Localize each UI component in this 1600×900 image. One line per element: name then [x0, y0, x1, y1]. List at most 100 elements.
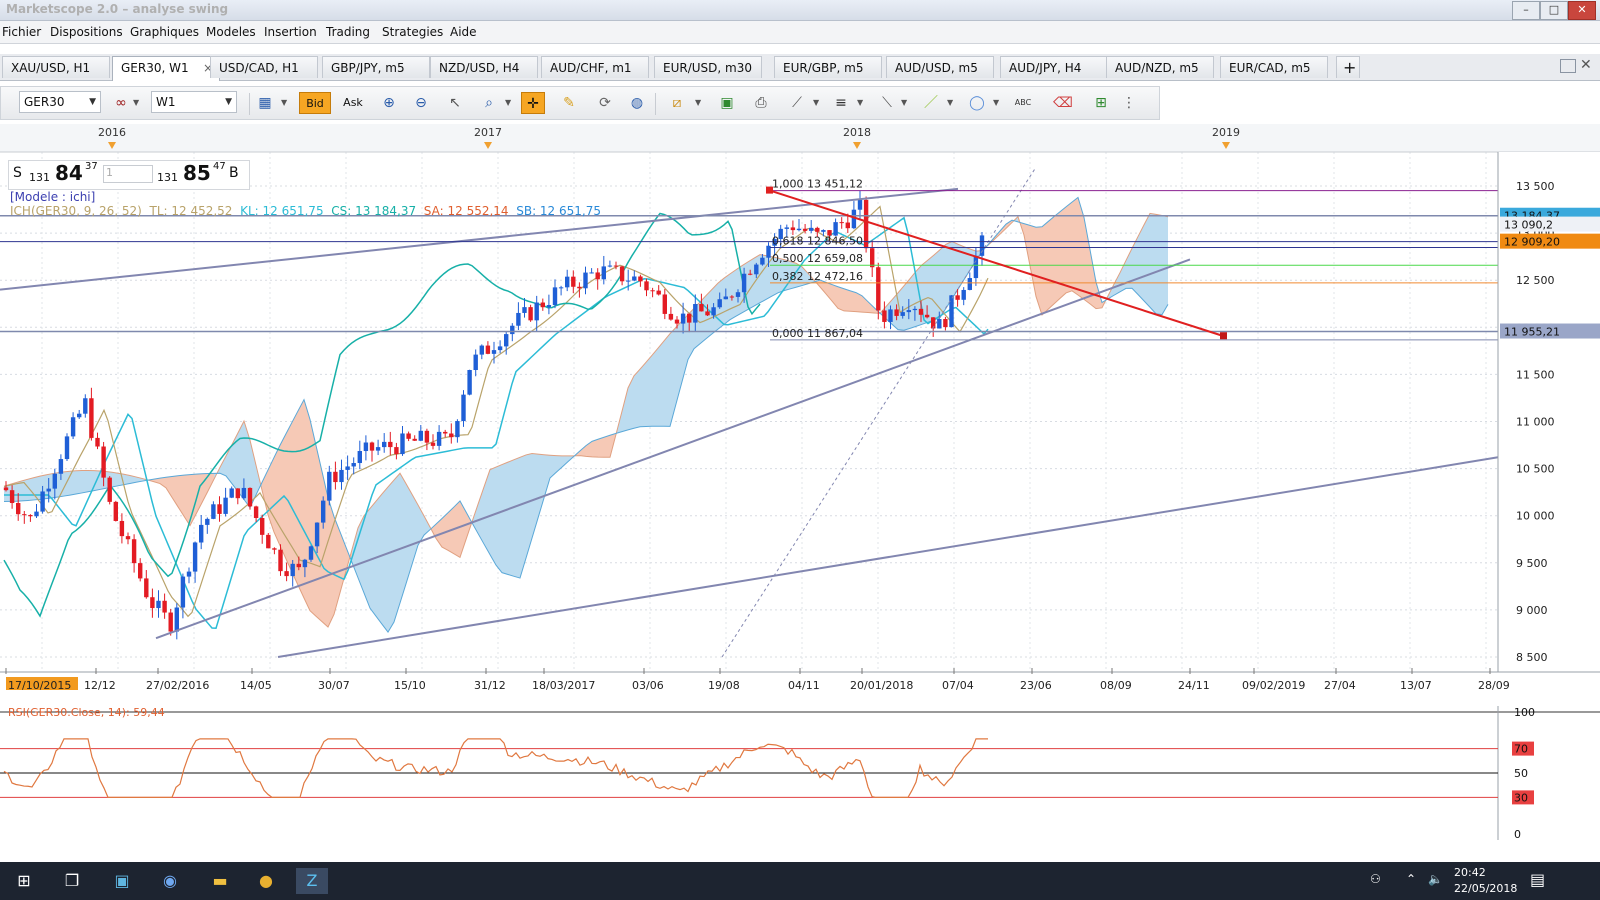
quantity-input[interactable]: 1: [103, 165, 153, 183]
tab-audjpy[interactable]: AUD/JPY, H4: [1000, 56, 1108, 78]
restore-panel-icon[interactable]: [1560, 59, 1576, 73]
minimize-button[interactable]: –: [1512, 1, 1540, 20]
ellipse-icon[interactable]: ◯: [965, 92, 989, 114]
menu-dispositions[interactable]: Dispositions: [50, 25, 123, 39]
marketscope-icon[interactable]: Z: [296, 868, 328, 894]
store-icon[interactable]: ▣: [106, 868, 138, 894]
bear-candle: [674, 319, 680, 324]
magnifier-icon[interactable]: ⌕: [477, 92, 501, 114]
chrome-icon[interactable]: ●: [250, 868, 282, 894]
tab-usdcad[interactable]: USD/CAD, H1: [210, 56, 318, 78]
menu-aide[interactable]: Aide: [450, 25, 477, 39]
price-tick-label: 10 500: [1516, 463, 1555, 476]
time-tick-label: 03/06: [632, 679, 664, 690]
people-icon[interactable]: ⚇: [1370, 872, 1381, 886]
tab-eurcad[interactable]: EUR/CAD, m5: [1220, 56, 1328, 78]
kumo-bull-segment: [664, 333, 670, 427]
tab-ger30[interactable]: GER30, W1 ×: [112, 56, 220, 81]
globe-icon[interactable]: ◍: [625, 92, 649, 114]
menu-strategies[interactable]: Strategies: [382, 25, 443, 39]
bear-candle: [424, 430, 430, 443]
tab-eurusd[interactable]: EUR/USD, m30: [654, 56, 762, 78]
menu-graphiques[interactable]: Graphiques: [130, 25, 199, 39]
bear-candle: [876, 267, 881, 311]
symbol-select[interactable]: GER30 ▼: [19, 91, 101, 113]
tab-eurgbp[interactable]: EUR/GBP, m5: [774, 56, 882, 78]
chevron-down-icon[interactable]: ▼: [947, 92, 955, 114]
chevron-down-icon[interactable]: ▼: [857, 92, 865, 114]
bear-candle: [662, 294, 667, 314]
kumo-bull-segment: [730, 269, 736, 320]
bear-candle: [943, 318, 948, 328]
tab-gbpjpy[interactable]: GBP/JPY, m5: [322, 56, 430, 78]
tab-audchf[interactable]: AUD/CHF, m1: [541, 56, 649, 78]
browser-icon[interactable]: ◉: [154, 868, 186, 894]
close-window-button[interactable]: ✕: [1568, 1, 1596, 20]
ask-button[interactable]: Ask: [337, 92, 369, 114]
kumo-bull-segment: [514, 457, 520, 579]
menu-modeles[interactable]: Modeles: [206, 25, 256, 39]
zoom-in-icon[interactable]: ⊕: [377, 92, 401, 114]
indicator-icon[interactable]: ✎: [557, 92, 581, 114]
tab-audusd[interactable]: AUD/USD, m5: [886, 56, 994, 78]
chart-type-icon[interactable]: ▦: [253, 92, 277, 114]
task-view-icon[interactable]: ❐: [56, 868, 88, 894]
chevron-down-icon[interactable]: ▼: [281, 92, 289, 114]
bull-candle: [156, 600, 161, 609]
price-tag-label: 11 955,21: [1504, 326, 1560, 339]
chevron-down-icon[interactable]: ▼: [901, 92, 909, 114]
year-label: 2018: [843, 126, 871, 139]
chevron-down-icon[interactable]: ▼: [133, 92, 141, 114]
bear-candle: [162, 600, 167, 613]
crosshair-icon[interactable]: ✛: [521, 92, 545, 114]
timeframe-select[interactable]: W1 ▼: [151, 91, 237, 113]
bid-button[interactable]: Bid: [299, 92, 331, 114]
speaker-icon[interactable]: 🔈: [1428, 872, 1443, 886]
tab-label: NZD/USD, H4: [439, 61, 520, 75]
ruler-icon[interactable]: ⧄: [665, 92, 689, 114]
tab-audnzd[interactable]: AUD/NZD, m5: [1106, 56, 1214, 78]
picture-icon[interactable]: ▣: [715, 92, 739, 114]
time-tick-label: 18/03/2017: [532, 679, 595, 690]
rsi-panel[interactable]: 100 70 50 30 0 RSI(GER30.Close, 14): 59,44: [0, 700, 1600, 860]
close-panel-icon[interactable]: ✕: [1580, 57, 1592, 73]
ichimoku-legend: ICH(GER30, 9, 26, 52) TL: 12 452,52 KL: …: [10, 204, 601, 218]
notifications-icon[interactable]: ▤: [1530, 870, 1545, 889]
refresh-icon[interactable]: ⟳: [593, 92, 617, 114]
chevron-down-icon[interactable]: ▼: [993, 92, 1001, 114]
bear-candle: [613, 265, 619, 267]
zoom-out-icon[interactable]: ⊖: [409, 92, 433, 114]
trendline-icon[interactable]: ／: [919, 92, 943, 114]
chevron-down-icon[interactable]: ▼: [813, 92, 821, 114]
more-options-icon[interactable]: ⋮: [1117, 92, 1141, 114]
chevron-down-icon[interactable]: ▼: [695, 92, 703, 114]
cursor-icon[interactable]: ↖: [443, 92, 467, 114]
time-tick-label: 30/07: [318, 679, 350, 690]
drawing-tools-icon[interactable]: ⟋: [785, 92, 809, 114]
menu-trading[interactable]: Trading: [326, 25, 370, 39]
menu-insertion[interactable]: Insertion: [264, 25, 317, 39]
chevron-down-icon[interactable]: ▼: [505, 92, 513, 114]
menu-fichier[interactable]: Fichier: [2, 25, 41, 39]
folder-icon[interactable]: ▬: [204, 868, 236, 894]
fibonacci-icon[interactable]: ⟍: [875, 92, 899, 114]
tab-nzdusd[interactable]: NZD/USD, H4: [430, 56, 538, 78]
print-icon[interactable]: ⎙: [749, 92, 773, 114]
tab-xauusd[interactable]: XAU/USD, H1: [2, 56, 110, 78]
kumo-bear-segment: [274, 445, 280, 546]
hierarchy-icon[interactable]: ⊞: [1089, 92, 1113, 114]
lines-icon[interactable]: ≡: [829, 92, 853, 114]
text-tool-icon[interactable]: ABC: [1011, 92, 1035, 114]
chevron-up-icon[interactable]: ⌃: [1406, 872, 1416, 886]
bull-candle: [290, 563, 295, 577]
maximize-button[interactable]: □: [1540, 1, 1568, 20]
ich-name: ICH(GER30, 9, 26, 52): [10, 204, 142, 218]
start-icon[interactable]: ⊞: [8, 868, 40, 894]
bull-candle: [339, 469, 344, 483]
eraser-icon[interactable]: ⌫: [1051, 92, 1075, 114]
rsi-level-label: 100: [1514, 706, 1535, 719]
add-tab-button[interactable]: +: [1336, 56, 1360, 78]
link-icon[interactable]: ∞: [109, 92, 133, 114]
kumo-bull-segment: [1138, 224, 1144, 301]
kumo-bull-segment: [4, 484, 10, 502]
